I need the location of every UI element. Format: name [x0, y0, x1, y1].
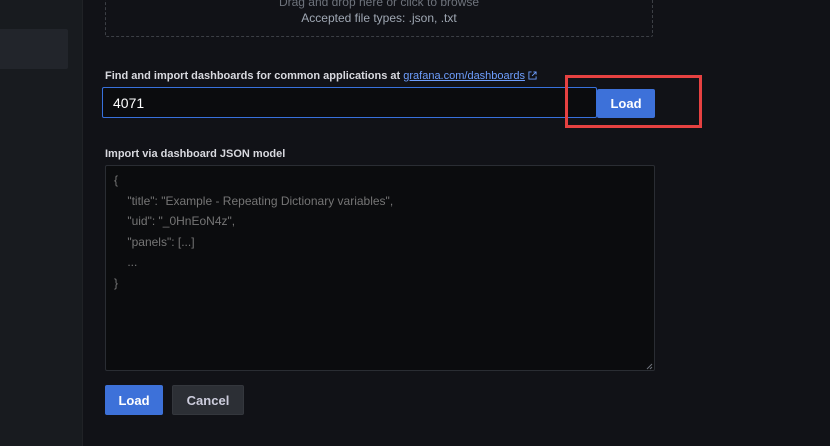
grafana-import-label-text: Find and import dashboards for common ap… — [105, 70, 404, 82]
external-link-icon — [525, 70, 537, 82]
grafana-import-label: Find and import dashboards for common ap… — [105, 70, 537, 82]
sidebar — [0, 0, 83, 446]
dashboard-json-textarea[interactable] — [105, 165, 655, 371]
highlight-annotation-box — [565, 75, 702, 128]
file-dropzone[interactable]: Drag and drop here or click to browse Ac… — [105, 0, 653, 37]
sidebar-item-active[interactable] — [0, 29, 68, 69]
resize-handle-icon[interactable] — [645, 362, 653, 370]
load-json-button[interactable]: Load — [105, 385, 163, 415]
grafana-dashboards-link[interactable]: grafana.com/dashboards — [403, 70, 525, 82]
json-import-label: Import via dashboard JSON model — [105, 148, 286, 160]
dropzone-accepted-types: Accepted file types: .json, .txt — [301, 11, 457, 25]
dashboard-id-input[interactable] — [102, 87, 597, 118]
dropzone-instruction: Drag and drop here or click to browse — [278, 0, 480, 9]
cancel-button[interactable]: Cancel — [172, 385, 244, 415]
